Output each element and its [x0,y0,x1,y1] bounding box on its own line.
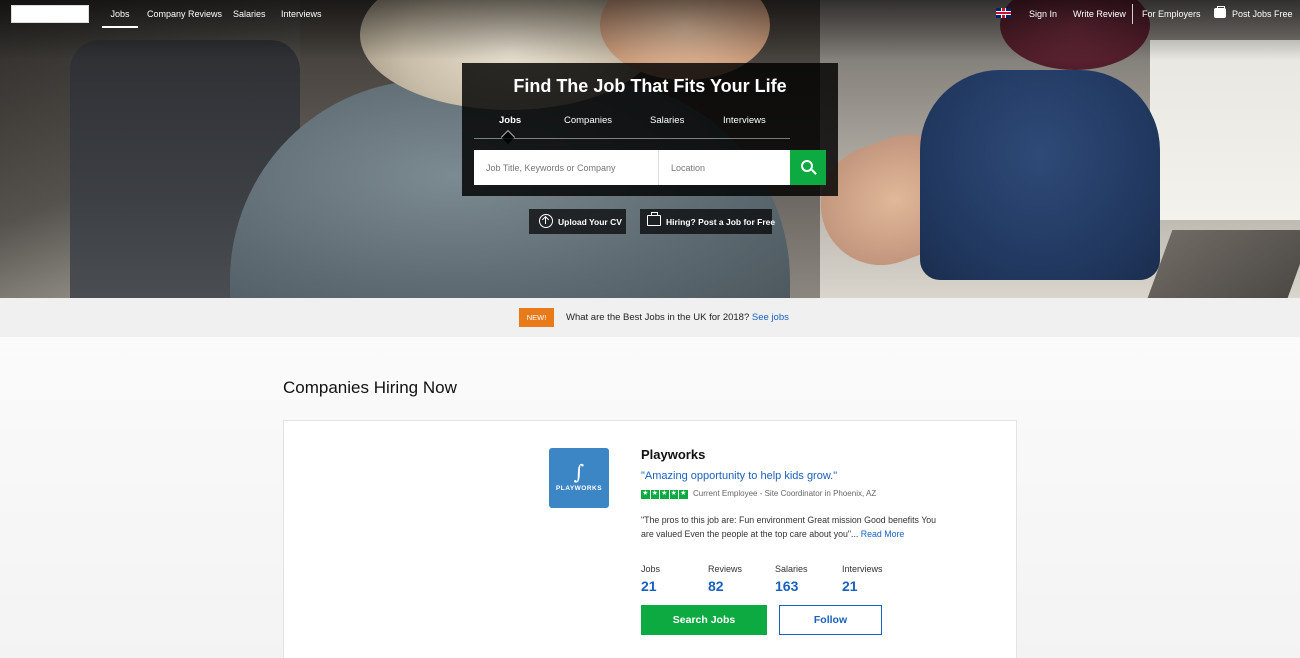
post-job-button[interactable]: Hiring? Post a Job for Free [640,209,776,234]
search-panel: Find The Job That Fits Your Life Jobs Co… [462,63,838,196]
location-input[interactable] [659,150,790,185]
hero-window-image [1150,40,1300,220]
search-jobs-button[interactable]: Search Jobs [641,605,767,635]
reviewer-info: Current Employee - Site Coordinator in P… [693,489,877,498]
upload-cv-button[interactable]: Upload Your CV [529,209,626,234]
see-jobs-link[interactable]: See jobs [752,312,789,323]
company-card: ∫ PLAYWORKS Playworks "Amazing opportuni… [283,420,1017,658]
post-jobs-free-link[interactable]: Post Jobs Free [1232,9,1293,19]
star-icon: ★ [641,490,650,499]
follow-button[interactable]: Follow [779,605,882,635]
star-icon: ★ [669,490,678,499]
search-button[interactable] [790,150,826,185]
search-tab-companies[interactable]: Companies [564,115,612,126]
star-icon: ★ [679,490,688,499]
site-logo[interactable] [11,5,89,23]
nav-divider [1132,4,1133,24]
review-excerpt: "The pros to this job are: Fun environme… [641,513,951,541]
nav-company-reviews[interactable]: Company Reviews [147,9,222,19]
search-tab-jobs[interactable]: Jobs [499,115,521,126]
stat-label-jobs: Jobs [641,564,661,574]
nav-active-underline [102,26,138,28]
stat-value-reviews[interactable]: 82 [708,578,724,594]
nav-jobs[interactable]: Jobs [102,9,138,19]
active-tab-caret [500,129,516,145]
nav-interviews[interactable]: Interviews [281,9,322,19]
section-title: Companies Hiring Now [283,378,457,397]
banner-text: What are the Best Jobs in the UK for 201… [566,312,750,323]
search-tab-salaries[interactable]: Salaries [650,115,684,126]
search-tab-divider [474,138,790,139]
upload-cv-label: Upload Your CV [558,217,622,227]
announcement-banner: NEW! What are the Best Jobs in the UK fo… [0,298,1300,337]
uk-flag-icon[interactable] [996,8,1011,18]
star-icon: ★ [650,490,659,499]
hero-laptop-image [1147,230,1300,298]
stat-value-jobs[interactable]: 21 [641,578,657,594]
post-job-label: Hiring? Post a Job for Free [666,217,776,227]
banner-message: What are the Best Jobs in the UK for 201… [566,312,789,323]
company-name[interactable]: Playworks [641,447,705,462]
hero-child-image [920,70,1160,280]
search-icon-handle [811,169,817,175]
sign-in-link[interactable]: Sign In [1029,9,1057,19]
rating-stars: ★ ★ ★ ★ ★ [641,490,688,499]
briefcase-icon [647,212,661,226]
stat-label-reviews: Reviews [708,564,743,574]
company-logo[interactable]: ∫ PLAYWORKS [549,448,609,508]
main-content: Companies Hiring Now ∫ PLAYWORKS Playwor… [0,337,1300,658]
stat-value-salaries[interactable]: 163 [775,578,798,594]
star-icon: ★ [660,490,669,499]
read-more-link[interactable]: Read More [861,529,905,539]
stat-value-interviews[interactable]: 21 [842,578,858,594]
top-navigation: Jobs Company Reviews Salaries Interviews… [0,0,1300,30]
stat-label-interviews: Interviews [842,564,883,574]
search-tab-interviews[interactable]: Interviews [723,115,766,126]
stat-label-salaries: Salaries [775,564,808,574]
upload-arrow-icon [539,214,553,228]
briefcase-icon [1214,6,1226,18]
review-headline-link[interactable]: "Amazing opportunity to help kids grow." [641,470,837,482]
for-employers-link[interactable]: For Employers [1142,9,1201,19]
company-logo-text: PLAYWORKS [555,485,603,492]
nav-salaries[interactable]: Salaries [233,9,266,19]
new-badge: NEW! [519,308,554,327]
job-keyword-input[interactable] [474,150,659,185]
hero-title: Find The Job That Fits Your Life [513,76,787,96]
write-review-link[interactable]: Write Review [1073,9,1126,19]
playworks-logo-icon: ∫ [573,460,585,484]
